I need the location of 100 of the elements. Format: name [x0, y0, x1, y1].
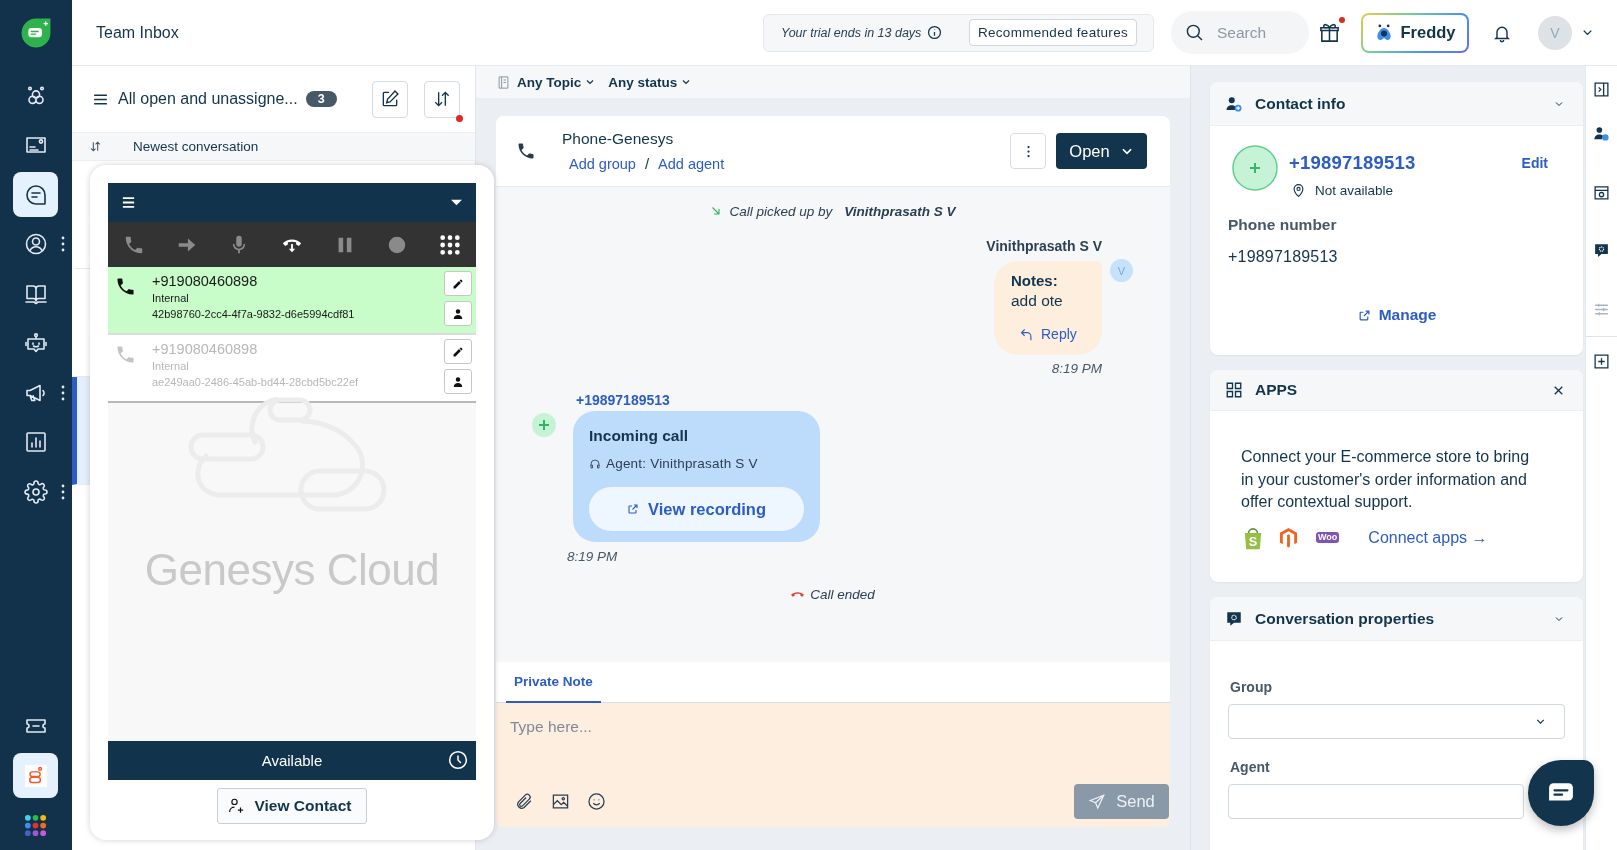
sidebar-toggle-icon[interactable] — [1593, 81, 1610, 98]
image-icon[interactable] — [551, 792, 570, 811]
search-input[interactable]: Search — [1215, 22, 1307, 43]
more-icon[interactable] — [61, 236, 65, 253]
edit-button[interactable] — [444, 271, 472, 296]
app-logo-icon — [24, 764, 47, 787]
view-contact-button[interactable]: View Contact — [217, 788, 367, 824]
message-time: 8:19 PM — [1051, 362, 1102, 376]
contact-button[interactable] — [444, 369, 472, 394]
nav-button[interactable] — [13, 172, 58, 218]
contact-button[interactable] — [444, 301, 472, 326]
view-name[interactable]: All open and unassigne... — [118, 90, 298, 108]
status-bar[interactable]: Available — [108, 741, 476, 780]
clock-icon[interactable] — [448, 750, 468, 770]
search-field[interactable]: Search — [1171, 11, 1309, 54]
external-link-icon — [1357, 308, 1371, 322]
view-recording-button[interactable]: View recording — [589, 487, 804, 531]
arrow-icon — [710, 205, 723, 217]
plus-icon[interactable] — [1593, 353, 1610, 370]
edit-button[interactable] — [444, 339, 472, 364]
settings-icon — [23, 479, 48, 504]
plus-icon — [532, 413, 556, 437]
interaction-id: 42b98760-2cc4-4f7a-9832-d6e5994cdf81 — [152, 307, 355, 322]
note-input[interactable]: Type here... — [496, 703, 1170, 751]
more-icon[interactable] — [61, 483, 65, 500]
gift-icon[interactable] — [1318, 21, 1341, 44]
chat-settings-icon — [1225, 609, 1243, 628]
more-icon — [1026, 144, 1030, 158]
search-icon — [1185, 23, 1204, 42]
sort-label[interactable]: Newest conversation — [133, 139, 259, 154]
reply-icon — [1019, 326, 1034, 342]
user-icon — [23, 232, 48, 257]
location-icon — [1291, 183, 1306, 198]
contact-name[interactable]: +19897189513 — [1289, 152, 1416, 174]
sort-icon[interactable] — [89, 140, 102, 153]
user-icon[interactable] — [1593, 125, 1610, 142]
page-title: Team Inbox — [96, 23, 179, 42]
field-label: Group — [1230, 679, 1273, 695]
smiley-icon[interactable] — [587, 792, 606, 811]
edit-link[interactable]: Edit — [1521, 155, 1548, 171]
nav-button[interactable] — [13, 753, 58, 799]
field-value: +19897189513 — [1228, 248, 1339, 266]
manage-link[interactable]: Manage — [1357, 306, 1437, 324]
edit-icon — [380, 89, 400, 109]
send-icon — [1088, 792, 1107, 811]
status-button[interactable]: Open — [1056, 133, 1147, 169]
caret-icon[interactable] — [450, 199, 463, 206]
channel-name: Phone-Genesys — [562, 130, 675, 148]
more-icon[interactable] — [61, 384, 65, 401]
freddy-button[interactable]: Freddy — [1361, 12, 1469, 53]
apps-grid-icon — [24, 813, 47, 837]
pencil-icon — [452, 345, 464, 358]
chart-icon — [23, 430, 48, 455]
phone-icon — [117, 278, 134, 295]
add-user-icon — [227, 797, 246, 815]
call-type: Internal — [152, 291, 190, 306]
recommended-features-button[interactable]: Recommended features — [968, 19, 1137, 46]
location-text: Not available — [1315, 183, 1394, 198]
note-title: Notes: — [1011, 271, 1058, 291]
menu-icon[interactable] — [121, 195, 136, 210]
event-agent: Vinithprasath S V — [844, 203, 956, 219]
call-interaction[interactable]: +919080460898 Internal 42b98760-2cc4-4f7a-9832-d6e5994cdf81 — [108, 267, 476, 335]
input-field[interactable] — [1228, 784, 1524, 819]
agent-avatar: V — [1110, 259, 1133, 282]
add-group-link[interactable]: Add group — [569, 155, 636, 172]
sort-icon — [432, 89, 452, 109]
add-agent-link[interactable]: Add agent — [658, 155, 725, 172]
person-icon — [452, 375, 464, 388]
shopping-bag-logo: S — [1243, 525, 1263, 550]
message-time: 8:19 PM — [567, 550, 618, 564]
headphones-icon — [589, 457, 601, 470]
connect-apps-link[interactable]: Connect apps → — [1368, 528, 1488, 547]
card-title: Conversation properties — [1255, 609, 1435, 628]
note-text: add ote — [1011, 291, 1063, 311]
card-title: APPS — [1255, 381, 1298, 399]
external-link-icon — [627, 503, 639, 515]
chat-settings-icon[interactable] — [1593, 242, 1610, 259]
dialpad-icon[interactable] — [438, 233, 461, 256]
attachment-icon[interactable] — [515, 792, 534, 811]
phone-icon — [117, 346, 134, 363]
calendar-icon[interactable] — [1593, 183, 1610, 201]
avatar-icon — [1232, 145, 1278, 191]
compose-button[interactable] — [372, 80, 408, 118]
reply-button[interactable]: Reply — [1019, 326, 1077, 342]
caller-number: +919080460898 — [152, 340, 259, 358]
document-icon — [496, 74, 511, 90]
apps-description: Connect your E-commerce store to bring in your customer's order information and offer contextual support. — [1241, 447, 1531, 512]
field-label: Agent — [1230, 759, 1271, 775]
interaction-id: ae249aa0-2486-45ab-bd44-28cbd5bc22ef — [152, 375, 359, 390]
trial-notice: Your trial ends in 13 days — [781, 25, 922, 40]
phone-icon — [516, 141, 536, 161]
sender-name[interactable]: +19897189513 — [576, 392, 670, 408]
filter-dropdown[interactable]: Any Topic — [517, 74, 597, 90]
sender-name: Vinithprasath S V — [986, 238, 1102, 254]
logo-icon[interactable] — [19, 16, 53, 50]
info-icon[interactable] — [927, 25, 943, 40]
caller-number: +919080460898 — [152, 272, 259, 290]
select-field[interactable] — [1228, 704, 1565, 739]
conversation-item[interactable] — [72, 377, 90, 485]
filter-dropdown[interactable]: Any status — [608, 74, 693, 90]
